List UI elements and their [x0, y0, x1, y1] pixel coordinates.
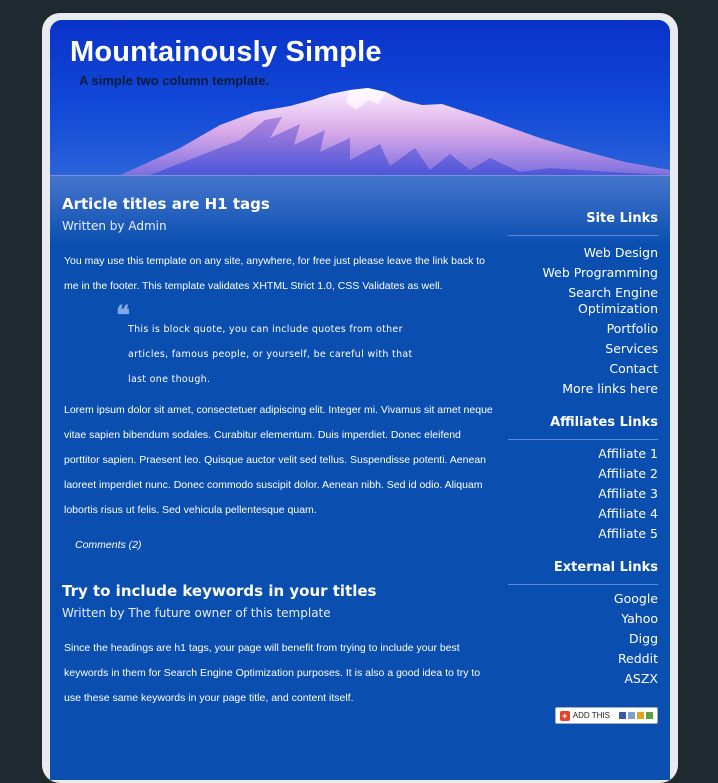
- external-link[interactable]: Yahoo: [508, 611, 658, 627]
- comments-link[interactable]: Comments (2): [75, 539, 142, 551]
- addthis-plus-icon: +: [559, 710, 570, 721]
- link-label[interactable]: Affiliate 3: [598, 486, 658, 501]
- sidebar-link-web-design[interactable]: Web Design: [508, 245, 658, 261]
- quote-mark-icon: ❝: [116, 301, 131, 331]
- affiliate-link[interactable]: Affiliate 2: [508, 466, 658, 482]
- link-label[interactable]: Contact: [609, 361, 658, 376]
- social-bookmark-icon: [646, 712, 653, 719]
- header-banner: Mountainously Simple A simple two column…: [50, 20, 670, 176]
- link-label[interactable]: Google: [614, 591, 658, 606]
- social-bookmark-icon: [637, 712, 644, 719]
- link-label[interactable]: Affiliate 5: [598, 526, 658, 541]
- addthis-share-button[interactable]: + ADD THIS: [554, 707, 658, 724]
- affiliate-link[interactable]: Affiliate 1: [508, 446, 658, 462]
- link-label[interactable]: Web Design: [584, 245, 658, 260]
- sidebar-link-contact[interactable]: Contact: [508, 361, 658, 377]
- affiliate-link[interactable]: Affiliate 5: [508, 526, 658, 542]
- site-links-heading: Site Links: [508, 211, 658, 236]
- blockquote-text: This is block quote, you can include quo…: [128, 324, 413, 385]
- link-label[interactable]: Search Engine Optimization: [568, 285, 658, 316]
- article-intro: Since the headings are h1 tags, your pag…: [64, 642, 481, 704]
- external-links-list: Google Yahoo Digg Reddit ASZX: [508, 591, 658, 687]
- page-container: Mountainously Simple A simple two column…: [50, 20, 670, 780]
- article-intro: You may use this template on any site, a…: [64, 255, 486, 292]
- article: Article titles are H1 tags Written by Ad…: [50, 195, 505, 552]
- sidebar-link-services[interactable]: Services: [508, 341, 658, 357]
- site-title: Mountainously Simple: [70, 36, 382, 68]
- social-icons: [619, 712, 653, 719]
- article-byline: Written by The future owner of this temp…: [62, 606, 331, 620]
- affiliate-link[interactable]: Affiliate 3: [508, 486, 658, 502]
- sidebar-link-seo[interactable]: Search Engine Optimization: [508, 285, 658, 317]
- link-label[interactable]: Digg: [629, 631, 658, 646]
- affiliate-link[interactable]: Affiliate 4: [508, 506, 658, 522]
- link-label[interactable]: Yahoo: [621, 611, 658, 626]
- link-label[interactable]: ASZX: [624, 671, 658, 686]
- external-link[interactable]: ASZX: [508, 671, 658, 687]
- article: Try to include keywords in your titles W…: [50, 582, 505, 711]
- external-link[interactable]: Google: [508, 591, 658, 607]
- link-label[interactable]: Services: [605, 341, 658, 356]
- external-link[interactable]: Digg: [508, 631, 658, 647]
- social-bookmark-icon: [619, 712, 626, 719]
- site-links-list: Web Design Web Programming Search Engine…: [508, 245, 658, 397]
- link-label[interactable]: More links here: [562, 381, 658, 396]
- sidebar-link-web-programming[interactable]: Web Programming: [508, 265, 658, 281]
- article-title: Article titles are H1 tags: [62, 195, 270, 213]
- affiliates-heading: Affiliates Links: [508, 415, 658, 440]
- affiliates-list: Affiliate 1 Affiliate 2 Affiliate 3 Affi…: [508, 446, 658, 542]
- link-label[interactable]: Portfolio: [607, 321, 658, 336]
- external-links-heading: External Links: [508, 560, 658, 585]
- share-label: ADD THIS: [572, 711, 610, 720]
- external-link[interactable]: Reddit: [508, 651, 658, 667]
- link-label[interactable]: Reddit: [618, 651, 658, 666]
- link-label[interactable]: Web Programming: [543, 265, 658, 280]
- site-tagline: A simple two column template.: [79, 73, 270, 88]
- link-label[interactable]: Affiliate 2: [598, 466, 658, 481]
- sidebar-link-portfolio[interactable]: Portfolio: [508, 321, 658, 337]
- link-label[interactable]: Affiliate 4: [598, 506, 658, 521]
- article-body: Lorem ipsum dolor sit amet, consectetuer…: [64, 404, 493, 516]
- sidebar-link-more[interactable]: More links here: [508, 381, 658, 397]
- article-title: Try to include keywords in your titles: [62, 582, 377, 600]
- article-byline: Written by Admin: [62, 219, 167, 233]
- social-bookmark-icon: [628, 712, 635, 719]
- main-content: Article titles are H1 tags Written by Ad…: [50, 195, 505, 711]
- link-label[interactable]: Affiliate 1: [598, 446, 658, 461]
- sidebar: Site Links Web Design Web Programming Se…: [508, 211, 658, 724]
- blockquote: ❝ This is block quote, you can include q…: [116, 303, 428, 392]
